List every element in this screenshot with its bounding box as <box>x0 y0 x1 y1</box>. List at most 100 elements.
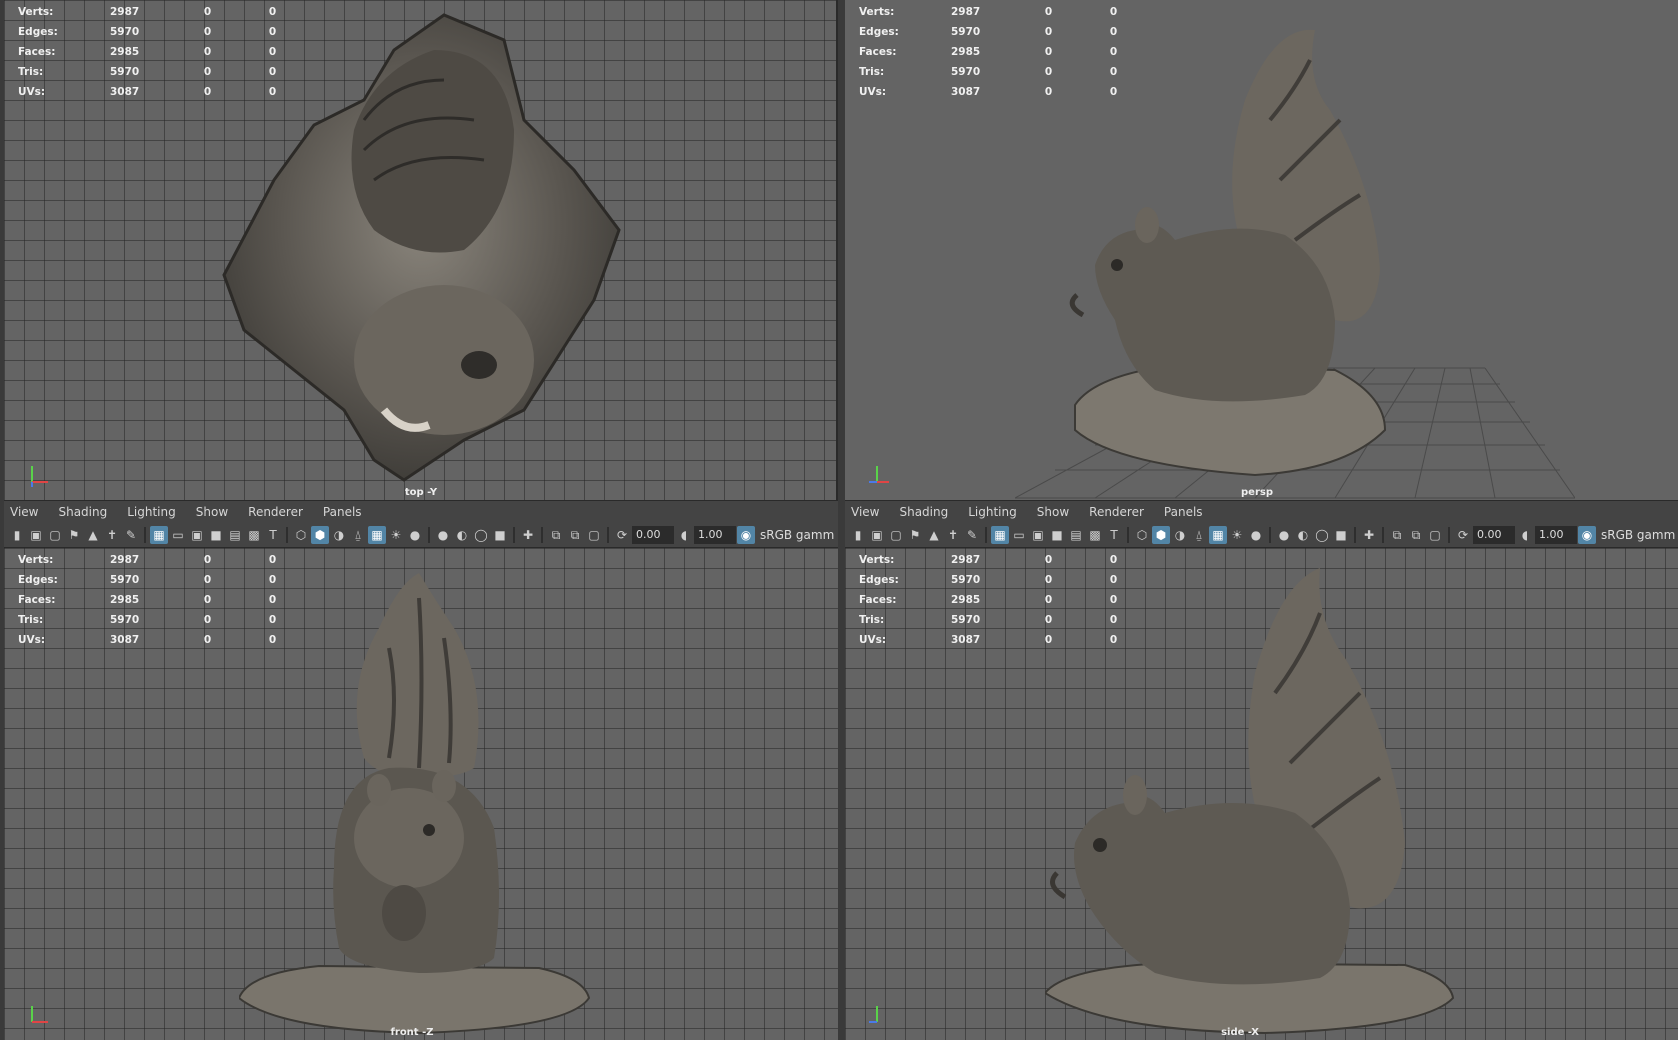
camera-icon[interactable]: ▮ <box>8 526 26 544</box>
viewport-side[interactable]: Verts: 2987 0 0 Edges: 5970 0 0 Faces: 2985 0 0 T… <box>845 548 1678 1040</box>
wireframe-icon[interactable]: ⬡ <box>292 526 310 544</box>
camera-label: persp <box>1241 487 1273 498</box>
menu-view[interactable]: View <box>851 505 879 519</box>
xray-joints-icon[interactable]: ⧉ <box>566 526 584 544</box>
view-transform-label[interactable]: sRGB gamm <box>1601 528 1675 542</box>
textured-icon[interactable]: ▦ <box>368 526 386 544</box>
hud-row-uvs: UVs: 3087 0 0 <box>859 82 1146 102</box>
hud-value: 0 <box>203 614 212 626</box>
color-management-icon[interactable]: ◉ <box>1578 526 1596 544</box>
grease-pencil-icon[interactable]: ✎ <box>963 526 981 544</box>
gamma-field[interactable]: 1.00 <box>1535 526 1577 544</box>
hud-value: 2985 <box>110 594 140 606</box>
use-all-lights-icon[interactable]: ☀ <box>1228 526 1246 544</box>
hud-value: 0 <box>203 594 212 606</box>
hud-value: 3087 <box>951 86 981 98</box>
anti-aliasing-icon[interactable]: ◯ <box>1313 526 1331 544</box>
camera-label: front -Z <box>390 1027 434 1038</box>
use-all-lights-icon[interactable]: ☀ <box>387 526 405 544</box>
exposure-icon[interactable]: ⟳ <box>1454 526 1472 544</box>
gate-mask-icon[interactable]: ■ <box>207 526 225 544</box>
field-chart-icon[interactable]: ▤ <box>1067 526 1085 544</box>
resolution-gate-icon[interactable]: ▣ <box>1029 526 1047 544</box>
menu-show[interactable]: Show <box>196 505 228 519</box>
exposure-icon[interactable]: ⟳ <box>613 526 631 544</box>
depth-of-field-icon[interactable]: ■ <box>491 526 509 544</box>
menu-panels[interactable]: Panels <box>1164 505 1203 519</box>
menu-show[interactable]: Show <box>1037 505 1069 519</box>
film-gate-icon[interactable]: ▭ <box>169 526 187 544</box>
camera-icon[interactable]: ▮ <box>849 526 867 544</box>
viewport-top[interactable]: Verts: 2987 0 0 Edges: 5970 0 0 Faces: 2985 0 0 T… <box>4 0 838 500</box>
smooth-shade-icon[interactable]: ⬢ <box>311 526 329 544</box>
image-plane-icon[interactable]: ▲ <box>925 526 943 544</box>
isolate-select-icon[interactable]: ✚ <box>1360 526 1378 544</box>
safe-action-icon[interactable]: ▩ <box>245 526 263 544</box>
safe-title-icon[interactable]: T <box>264 526 282 544</box>
menu-shading[interactable]: Shading <box>899 505 948 519</box>
gate-mask-icon[interactable]: ■ <box>1048 526 1066 544</box>
menu-renderer[interactable]: Renderer <box>1089 505 1144 519</box>
view-transform-label[interactable]: sRGB gamm <box>760 528 834 542</box>
field-chart-icon[interactable]: ▤ <box>226 526 244 544</box>
wireframe-on-shaded-icon[interactable]: ⍙ <box>1190 526 1208 544</box>
xray-components-icon[interactable]: ▢ <box>585 526 603 544</box>
camera-lock-icon[interactable]: ▢ <box>887 526 905 544</box>
wireframe-icon[interactable]: ⬡ <box>1133 526 1151 544</box>
viewport-persp[interactable]: Verts: 2987 0 0 Edges: 5970 0 0 Faces: 2985 0 0 T… <box>845 0 1678 500</box>
color-management-icon[interactable]: ◉ <box>737 526 755 544</box>
textured-icon[interactable]: ▦ <box>1209 526 1227 544</box>
axis-gizmo-icon <box>869 466 889 483</box>
gamma-icon[interactable]: ◖ <box>675 526 693 544</box>
menu-shading[interactable]: Shading <box>58 505 107 519</box>
hud-value: 0 <box>268 614 277 626</box>
gamma-field[interactable]: 1.00 <box>694 526 736 544</box>
camera-attributes-icon[interactable]: ▣ <box>27 526 45 544</box>
viewport-divider[interactable] <box>838 0 845 1040</box>
default-material-icon[interactable]: ◑ <box>330 526 348 544</box>
depth-of-field-icon[interactable]: ■ <box>1332 526 1350 544</box>
resolution-gate-icon[interactable]: ▣ <box>188 526 206 544</box>
isolate-select-icon[interactable]: ✚ <box>519 526 537 544</box>
grid-icon[interactable]: ▦ <box>150 526 168 544</box>
gamma-icon[interactable]: ◖ <box>1516 526 1534 544</box>
menu-view[interactable]: View <box>10 505 38 519</box>
menu-lighting[interactable]: Lighting <box>127 505 176 519</box>
wireframe-on-shaded-icon[interactable]: ⍙ <box>349 526 367 544</box>
bookmark-icon[interactable]: ⚑ <box>65 526 83 544</box>
two-d-pan-icon[interactable]: ✝ <box>944 526 962 544</box>
xray-components-icon[interactable]: ▢ <box>1426 526 1444 544</box>
toolbar-separator <box>1269 527 1271 543</box>
camera-lock-icon[interactable]: ▢ <box>46 526 64 544</box>
xray-icon[interactable]: ⧉ <box>1388 526 1406 544</box>
menu-lighting[interactable]: Lighting <box>968 505 1017 519</box>
xray-icon[interactable]: ⧉ <box>547 526 565 544</box>
film-gate-icon[interactable]: ▭ <box>1010 526 1028 544</box>
hud-label: Verts: <box>18 6 54 18</box>
bookmark-icon[interactable]: ⚑ <box>906 526 924 544</box>
safe-title-icon[interactable]: T <box>1105 526 1123 544</box>
viewport-front[interactable]: Verts: 2987 0 0 Edges: 5970 0 0 Faces: 2985 0 0 T… <box>4 548 838 1040</box>
motion-blur-icon[interactable]: ◐ <box>453 526 471 544</box>
image-plane-icon[interactable]: ▲ <box>84 526 102 544</box>
exposure-field[interactable]: 0.00 <box>1473 526 1515 544</box>
hud-label: Verts: <box>859 6 895 18</box>
menu-renderer[interactable]: Renderer <box>248 505 303 519</box>
shadows-icon[interactable]: ● <box>1247 526 1265 544</box>
exposure-field[interactable]: 0.00 <box>632 526 674 544</box>
anti-aliasing-icon[interactable]: ◯ <box>472 526 490 544</box>
shadows-icon[interactable]: ● <box>406 526 424 544</box>
screen-space-ao-icon[interactable]: ● <box>1275 526 1293 544</box>
grid-icon[interactable]: ▦ <box>991 526 1009 544</box>
motion-blur-icon[interactable]: ◐ <box>1294 526 1312 544</box>
safe-action-icon[interactable]: ▩ <box>1086 526 1104 544</box>
default-material-icon[interactable]: ◑ <box>1171 526 1189 544</box>
xray-joints-icon[interactable]: ⧉ <box>1407 526 1425 544</box>
menu-panels[interactable]: Panels <box>323 505 362 519</box>
camera-attributes-icon[interactable]: ▣ <box>868 526 886 544</box>
two-d-pan-icon[interactable]: ✝ <box>103 526 121 544</box>
hud-row-tris: Tris: 5970 0 0 <box>18 610 305 630</box>
screen-space-ao-icon[interactable]: ● <box>434 526 452 544</box>
grease-pencil-icon[interactable]: ✎ <box>122 526 140 544</box>
smooth-shade-icon[interactable]: ⬢ <box>1152 526 1170 544</box>
